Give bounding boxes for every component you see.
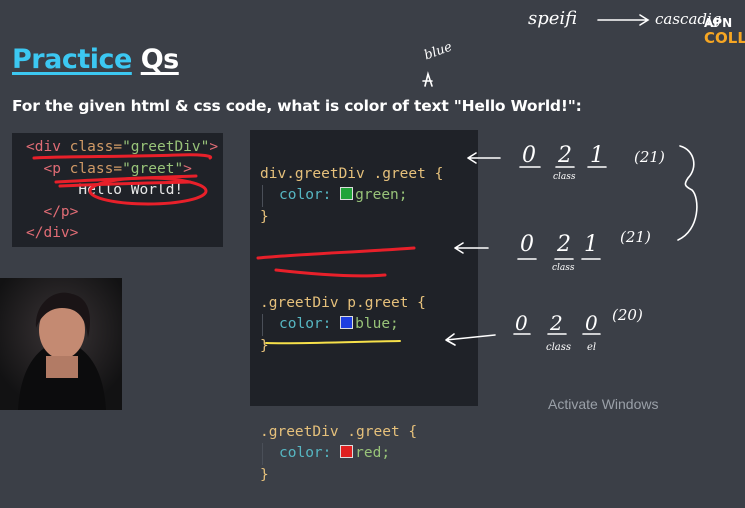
row2-score: (21)	[620, 228, 651, 246]
css-selector-2: .greetDiv p.greet	[260, 294, 409, 311]
row1-num-a: 0	[522, 143, 536, 168]
row1-b-label: class	[553, 172, 576, 182]
title-word-qs: Qs	[140, 44, 180, 75]
color-swatch-blue	[340, 316, 354, 329]
html-line-5: </div>	[26, 225, 79, 241]
note-speifi: speifi	[528, 8, 578, 29]
html-line-1: <div class="greetDiv">	[26, 139, 219, 155]
row3-num-b: 2	[550, 311, 563, 335]
row3-score: (20)	[612, 306, 643, 324]
row2-b-label: class	[552, 263, 575, 273]
color-swatch-red	[340, 445, 354, 458]
note-blue: blue	[422, 39, 455, 64]
presenter-image	[0, 278, 122, 410]
arrow-top	[597, 14, 650, 26]
question-text: For the given html & css code, what is c…	[12, 97, 582, 115]
css-rule-3: .greetDiv .greet {color: red;}	[260, 423, 418, 483]
css-rule-1: div.greetDiv .greet {color: green;}	[260, 165, 444, 225]
css-selector-1: div.greetDiv .greet	[260, 165, 426, 182]
row1-num-b: 2	[558, 143, 572, 168]
row3-num-c: 0	[585, 311, 598, 335]
css-rule-2: .greetDiv p.greet {color: blue;}	[260, 294, 426, 354]
row3-num-a: 0	[515, 311, 528, 335]
html-line-3: Hello World!	[78, 182, 184, 198]
row1-num-c: 1	[590, 143, 604, 168]
row2-num-b: 2	[557, 232, 571, 257]
row2-num-c: 1	[584, 232, 598, 257]
page-title: Practice Qs	[12, 44, 179, 75]
css-code-panel: div.greetDiv .greet {color: green;} .gre…	[250, 130, 478, 483]
webcam-overlay	[0, 278, 122, 410]
caret-blue	[422, 71, 433, 87]
color-swatch-green	[340, 187, 354, 200]
html-code-panel: <div class="greetDiv"> <p class="greet">…	[12, 133, 223, 247]
css-selector-3: .greetDiv .greet	[260, 423, 400, 440]
row1-score: (21)	[634, 148, 665, 166]
row3-c-label: el	[587, 342, 597, 353]
row2-num-a: 0	[520, 232, 534, 257]
title-word-practice: Practice	[12, 44, 132, 75]
row3-b-label: class	[546, 342, 572, 353]
brace-bracket	[677, 145, 698, 241]
html-line-4: </p>	[43, 203, 79, 220]
brand-logo: APN COLL	[704, 16, 745, 47]
html-line-2: <p class="greet">	[43, 160, 192, 177]
